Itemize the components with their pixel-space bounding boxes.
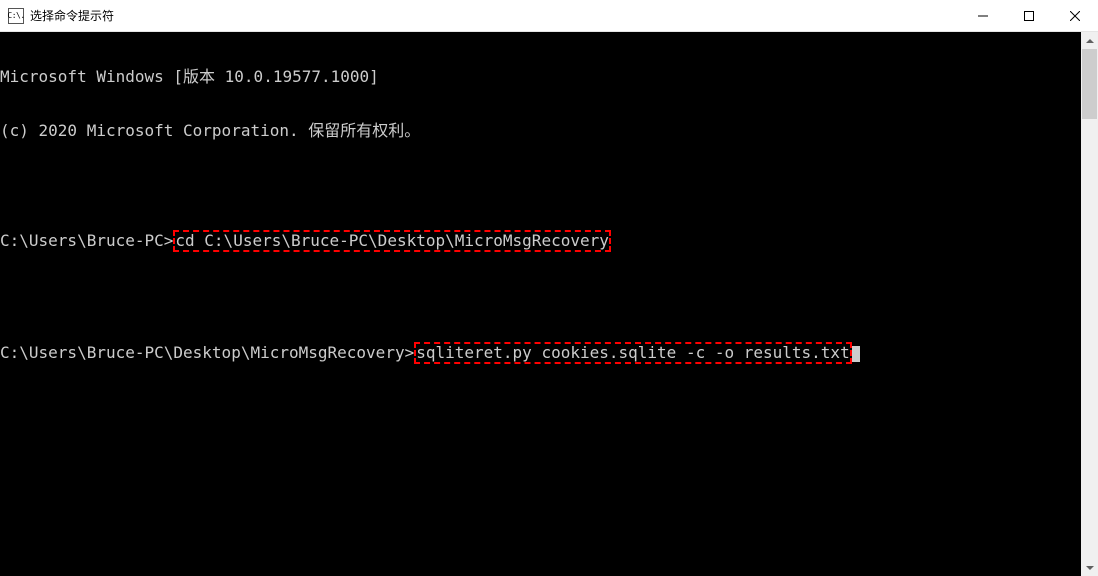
scroll-down-button[interactable] <box>1081 559 1098 576</box>
cursor <box>852 346 860 362</box>
highlighted-command-2: sqliteret.py cookies.sqlite -c -o result… <box>414 342 851 364</box>
terminal-line: C:\Users\Bruce-PC>cd C:\Users\Bruce-PC\D… <box>0 230 1081 252</box>
maximize-button[interactable] <box>1006 0 1052 32</box>
terminal-line <box>0 288 1081 306</box>
scroll-thumb[interactable] <box>1082 49 1097 119</box>
client-area: Microsoft Windows [版本 10.0.19577.1000] (… <box>0 32 1098 576</box>
titlebar: C:\. 选择命令提示符 <box>0 0 1098 32</box>
terminal-line: (c) 2020 Microsoft Corporation. 保留所有权利。 <box>0 122 1081 140</box>
window-title: 选择命令提示符 <box>30 7 114 24</box>
titlebar-buttons <box>960 0 1098 31</box>
highlighted-command-1: cd C:\Users\Bruce-PC\Desktop\MicroMsgRec… <box>173 230 610 252</box>
terminal-line <box>0 176 1081 194</box>
app-icon: C:\. <box>8 8 24 24</box>
titlebar-left: C:\. 选择命令提示符 <box>0 7 960 24</box>
prompt: C:\Users\Bruce-PC> <box>0 231 173 250</box>
terminal-line: Microsoft Windows [版本 10.0.19577.1000] <box>0 68 1081 86</box>
vertical-scrollbar[interactable] <box>1081 32 1098 576</box>
close-button[interactable] <box>1052 0 1098 32</box>
prompt: C:\Users\Bruce-PC\Desktop\MicroMsgRecove… <box>0 343 414 362</box>
terminal-line: C:\Users\Bruce-PC\Desktop\MicroMsgRecove… <box>0 342 1081 364</box>
minimize-button[interactable] <box>960 0 1006 32</box>
terminal[interactable]: Microsoft Windows [版本 10.0.19577.1000] (… <box>0 32 1081 576</box>
scroll-up-button[interactable] <box>1081 32 1098 49</box>
